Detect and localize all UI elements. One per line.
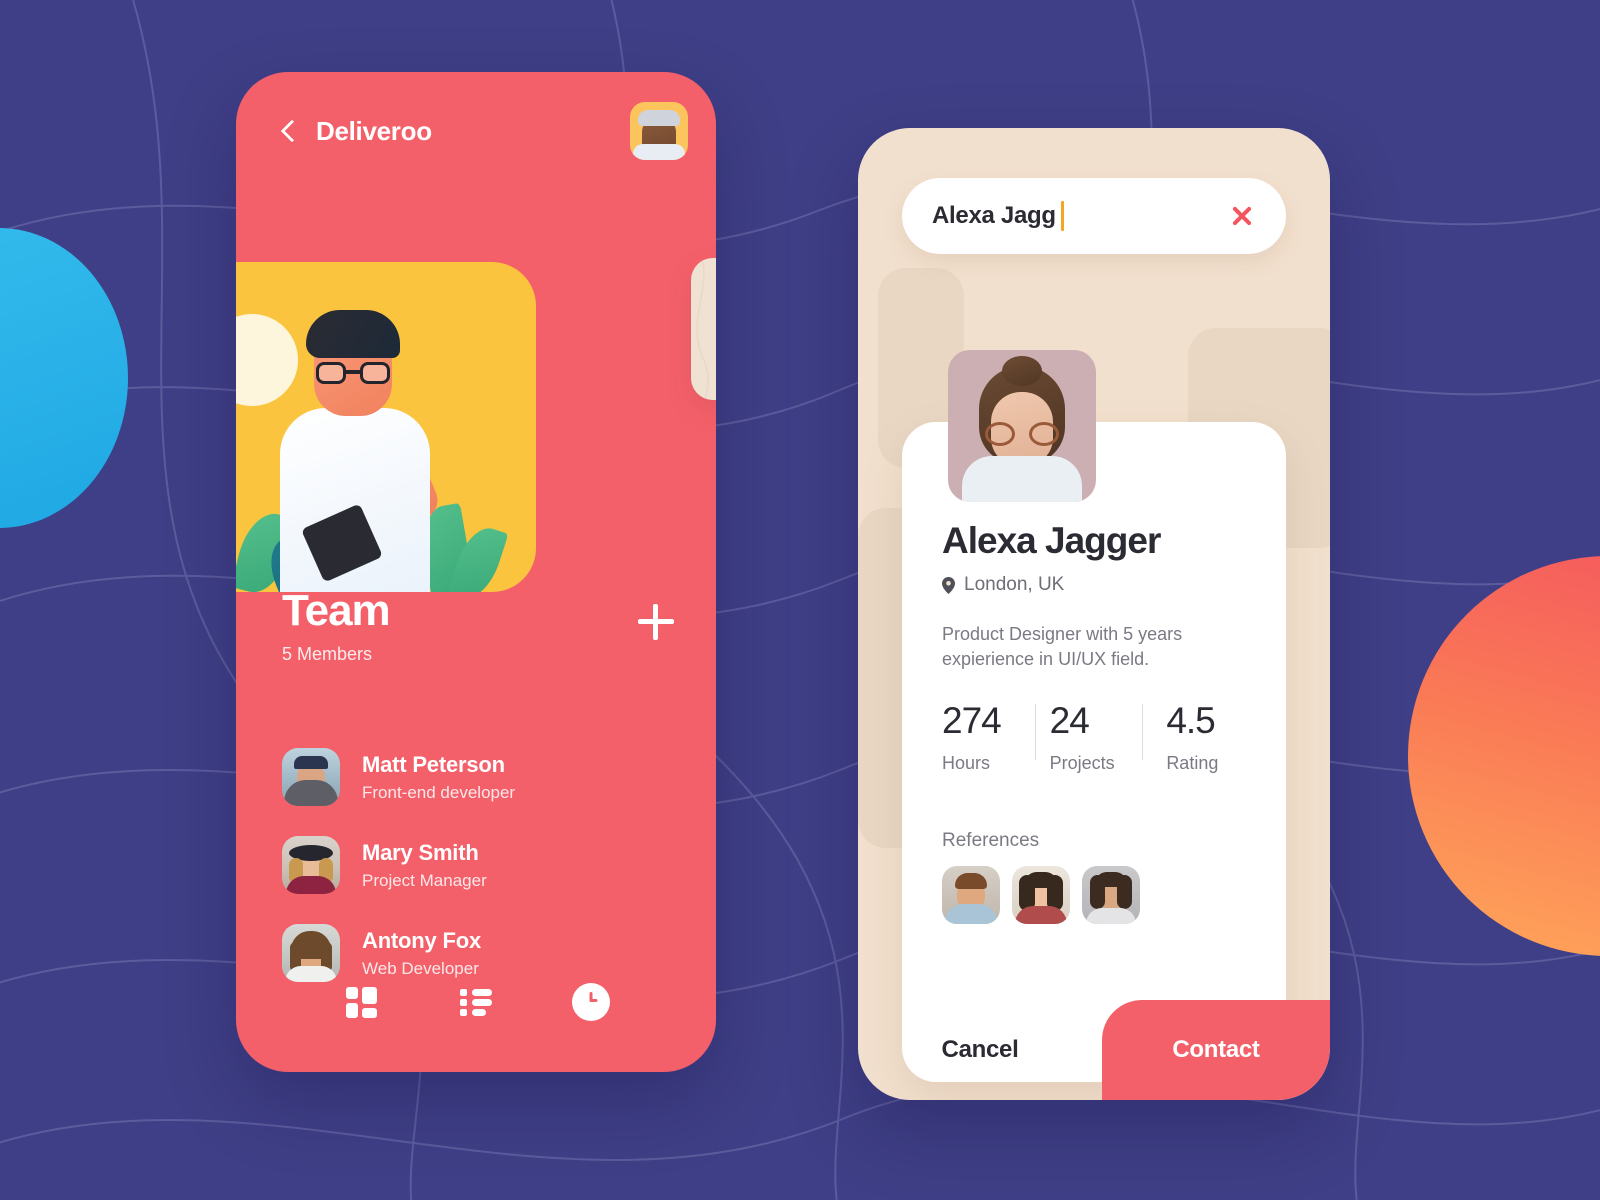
location-text: London, UK: [964, 574, 1065, 595]
profile-bio: Product Designer with 5 years expierienc…: [942, 624, 1183, 670]
profile-stats: 274 Hours 24 Projects 4.5 Rating: [942, 702, 1246, 774]
active-tasks-card[interactable]: 25 Active Tasks: [691, 258, 716, 400]
avatar: [282, 836, 340, 894]
profile-details: Alexa Jagger London, UK Product Designer…: [902, 520, 1286, 925]
app-header: Deliveroo: [236, 72, 716, 190]
list-item[interactable]: Mary Smith Project Manager: [282, 832, 676, 898]
stat-value: 274: [942, 700, 1002, 742]
stat-label: Rating: [1166, 753, 1219, 774]
grid-icon: [345, 986, 377, 1018]
avatar: [282, 924, 340, 982]
map-pin-icon: [942, 576, 955, 594]
add-member-button[interactable]: [638, 604, 674, 640]
page-title: Deliveroo: [316, 115, 432, 146]
stat-value: 24: [1049, 700, 1090, 742]
profile-actions: Cancel Contact: [858, 1000, 1330, 1100]
team-screen: Deliveroo Team 5 Members Matt Peterson F…: [236, 72, 716, 1072]
chevron-left-icon[interactable]: [278, 120, 300, 142]
user-avatar[interactable]: [630, 102, 688, 160]
stat-projects: 24 Projects: [1034, 700, 1143, 774]
close-icon[interactable]: [1228, 202, 1256, 230]
member-name: Antony Fox: [362, 927, 481, 953]
stat-value: 4.5: [1166, 700, 1215, 742]
member-role: Project Manager: [362, 870, 487, 890]
list-item[interactable]: Matt Peterson Front-end developer: [282, 744, 676, 810]
search-input[interactable]: Alexa Jagg: [902, 178, 1286, 254]
team-member-count: 5 Members: [282, 644, 373, 665]
cancel-button[interactable]: Cancel: [858, 1000, 1102, 1100]
stat-rating: 4.5 Rating: [1142, 702, 1246, 774]
stat-label: Projects: [1049, 753, 1115, 774]
illustration-hair: [306, 310, 400, 358]
stat-label: Hours: [942, 753, 991, 774]
reference-avatar[interactable]: [1012, 866, 1070, 925]
avatar-cap: [638, 110, 680, 126]
list-icon: [459, 989, 492, 1016]
text-caret: [1060, 201, 1064, 231]
contact-button[interactable]: Contact: [1102, 1000, 1330, 1100]
profile-name: Alexa Jagger: [942, 520, 1161, 561]
card-texture: [696, 258, 709, 400]
avatar-shirt: [633, 144, 685, 160]
photo-shirt: [962, 456, 1082, 502]
photo-glasses: [985, 422, 1059, 446]
bottom-navigation: [236, 980, 716, 1024]
references-title: References: [942, 830, 1040, 852]
references-list: [942, 866, 1246, 925]
search-value: Alexa Jagg: [932, 202, 1056, 229]
hero-illustration: [236, 262, 536, 592]
list-item[interactable]: Antony Fox Web Developer: [282, 920, 676, 986]
reference-avatar[interactable]: [942, 866, 1000, 925]
member-role: Front-end developer: [362, 782, 516, 802]
nav-history-button[interactable]: [569, 980, 613, 1024]
stat-hours: 274 Hours: [942, 702, 1035, 774]
member-name: Mary Smith: [362, 839, 479, 865]
team-member-list: Matt Peterson Front-end developer Mary S…: [282, 744, 676, 1008]
clock-icon: [571, 983, 610, 1021]
profile-location: London, UK: [942, 574, 1246, 596]
avatar: [282, 748, 340, 806]
profile-photo: [948, 350, 1096, 502]
illustration-glasses: [316, 362, 390, 384]
member-role: Web Developer: [362, 958, 479, 978]
team-section-header: Team 5 Members: [282, 586, 674, 665]
reference-avatar[interactable]: [1082, 866, 1140, 925]
member-name: Matt Peterson: [362, 751, 505, 777]
team-title: Team: [282, 586, 391, 635]
nav-dashboard-button[interactable]: [339, 980, 383, 1024]
profile-screen: Alexa Jagg Alexa Jagger London, UK Produ…: [858, 128, 1330, 1100]
sun-shape: [236, 314, 298, 406]
photo-bun: [1002, 356, 1042, 386]
nav-list-button[interactable]: [454, 980, 498, 1024]
